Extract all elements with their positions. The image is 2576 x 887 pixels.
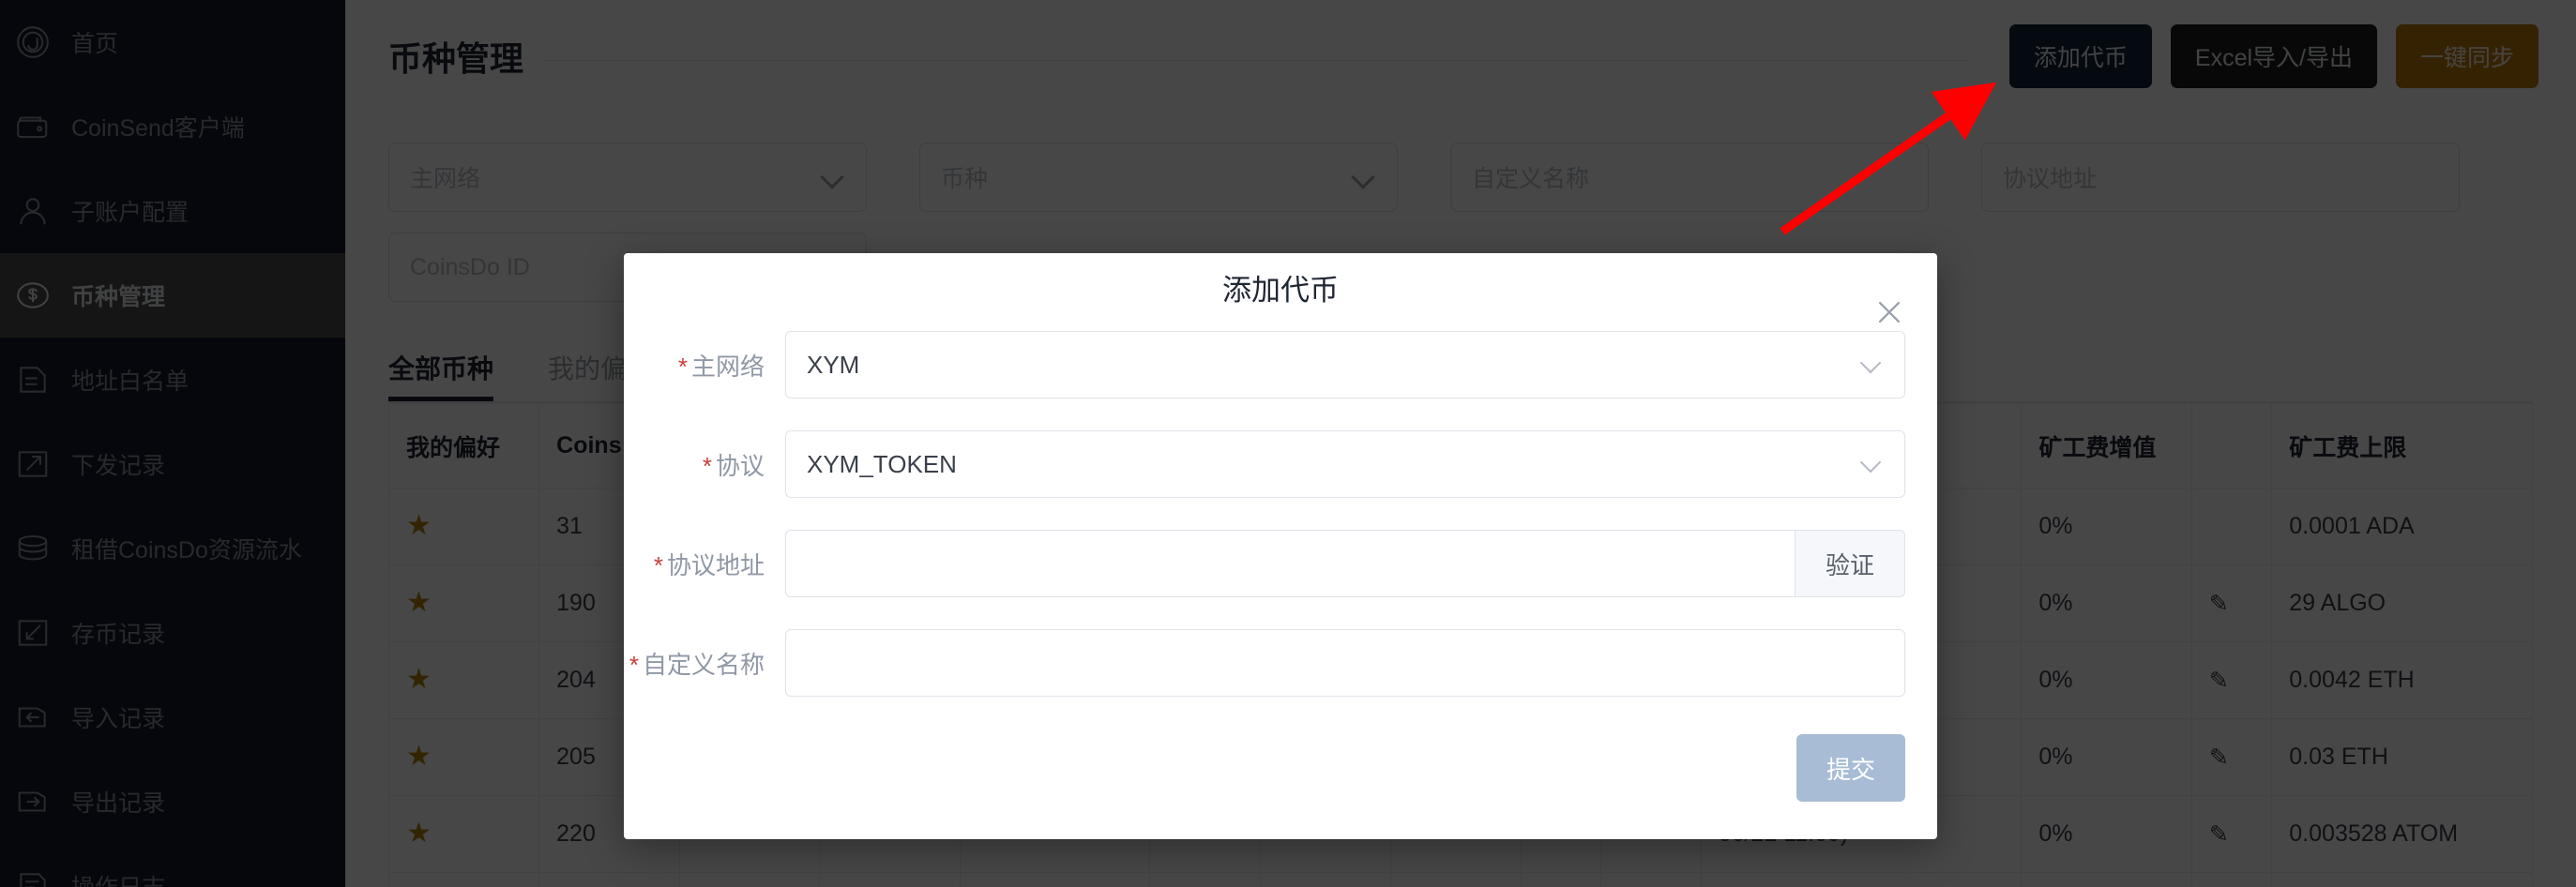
control-protocol: XYM_TOKEN xyxy=(785,430,1905,498)
modal-title: 添加代币 xyxy=(1222,274,1339,307)
required-asterisk: * xyxy=(677,352,688,381)
control-protocol-address: 验证 xyxy=(785,530,1905,597)
control-mainnet: XYM xyxy=(785,331,1905,398)
required-asterisk: * xyxy=(702,451,712,480)
submit-button[interactable]: 提交 xyxy=(1796,734,1905,802)
required-asterisk: * xyxy=(629,650,639,679)
protocol-select[interactable]: XYM_TOKEN xyxy=(785,430,1905,498)
form-row-protocol: * 协议 XYM_TOKEN xyxy=(624,430,1905,498)
close-icon[interactable] xyxy=(1873,296,1905,328)
label-mainnet: * 主网络 xyxy=(677,352,765,381)
mainnet-select[interactable]: XYM xyxy=(785,331,1905,398)
app-root: 首页 CoinSend客户端 子账户配置 xyxy=(0,0,2576,887)
chevron-down-icon xyxy=(1861,453,1884,475)
label-protocol: * 协议 xyxy=(702,451,765,480)
label-protocol-address: * 协议地址 xyxy=(653,550,765,579)
form-row-mainnet: * 主网络 XYM xyxy=(624,331,1905,398)
mainnet-select-value: XYM xyxy=(807,350,860,379)
add-token-modal: 添加代币 * 主网络 XYM * 协议 XYM_TOKEN * 协议地址 验证 … xyxy=(624,253,1937,839)
modal-header: 添加代币 xyxy=(624,253,1937,323)
protocol-address-group: 验证 xyxy=(785,530,1905,597)
form-row-custom-name: * 自定义名称 xyxy=(624,629,1905,697)
verify-button[interactable]: 验证 xyxy=(1795,530,1905,597)
required-asterisk: * xyxy=(653,550,663,579)
label-custom-name: * 自定义名称 xyxy=(629,650,765,679)
protocol-select-value: XYM_TOKEN xyxy=(807,449,957,478)
chevron-down-icon xyxy=(1861,353,1884,376)
protocol-address-input[interactable] xyxy=(785,530,1795,597)
form-row-protocol-address: * 协议地址 验证 xyxy=(624,530,1905,597)
custom-name-input[interactable] xyxy=(785,629,1905,697)
modal-footer: 提交 xyxy=(624,729,1937,839)
modal-body: * 主网络 XYM * 协议 XYM_TOKEN * 协议地址 验证 * 自定义… xyxy=(624,322,1937,729)
control-custom-name xyxy=(785,629,1905,697)
